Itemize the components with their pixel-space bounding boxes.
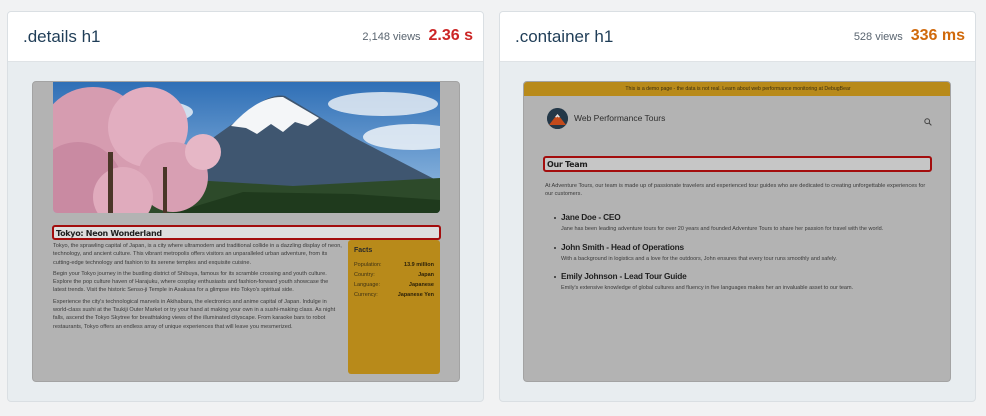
member-bio: Emily's extensive knowledge of global cu… bbox=[561, 285, 854, 292]
article-heading: Tokyo: Neon Wonderland bbox=[56, 229, 162, 238]
fact-key: Currency: bbox=[354, 292, 378, 298]
page-preview: Tokyo: Neon Wonderland Tokyo, the sprawl… bbox=[32, 81, 460, 382]
fact-key: Country: bbox=[354, 272, 375, 278]
team-member: John Smith - Head of Operations With a b… bbox=[554, 242, 934, 264]
facts-title: Facts bbox=[354, 247, 373, 254]
fact-key: Language: bbox=[354, 282, 380, 288]
member-bio: With a background in logistics and a lov… bbox=[561, 255, 837, 262]
fact-row: Currency: Japanese Yen bbox=[354, 292, 434, 298]
highlighted-h1[interactable]: Tokyo: Neon Wonderland bbox=[52, 225, 441, 240]
intro-text: At Adventure Tours, our team is made up … bbox=[545, 183, 926, 197]
site-name: Web Performance Tours bbox=[574, 113, 666, 123]
timing-value: 2.36 s bbox=[428, 27, 473, 44]
fact-value: Japanese bbox=[408, 282, 434, 288]
member-bio: Jane has been leading adventure tours fo… bbox=[561, 226, 884, 232]
demo-banner: This is a demo page - the data is not re… bbox=[524, 82, 950, 96]
timing-value: 336 ms bbox=[910, 27, 965, 44]
views-count: 528 views bbox=[853, 31, 903, 43]
team-member: Emily Johnson - Lead Tour Guide Emily's … bbox=[554, 271, 934, 293]
fact-value: Japanese Yen bbox=[397, 292, 434, 298]
search-icon[interactable] bbox=[924, 113, 932, 131]
paragraph: Experience the city's technological marv… bbox=[53, 298, 336, 330]
fact-row: Population: 13.9 million bbox=[354, 262, 434, 268]
metrics: 528 views 336 ms bbox=[854, 27, 965, 45]
paragraph: Tokyo, the sprawling capital of Japan, i… bbox=[53, 243, 342, 266]
paragraph: Begin your Tokyo journey in the bustling… bbox=[53, 270, 329, 294]
fact-value: Japan bbox=[418, 272, 434, 278]
member-name: Emily Johnson - Lead Tour Guide bbox=[561, 271, 687, 282]
fact-row: Country: Japan bbox=[354, 272, 434, 278]
site-logo-icon bbox=[547, 108, 568, 129]
element-card-details-h1[interactable]: .details h1 2,148 views 2.36 s Tokyo: Ne… bbox=[7, 11, 484, 402]
css-selector: .container h1 bbox=[515, 27, 614, 46]
card-header: .details h1 2,148 views 2.36 s bbox=[8, 12, 483, 62]
member-name: Jane Doe - CEO bbox=[561, 212, 621, 222]
facts-box: Facts Population: 13.9 million Country: … bbox=[348, 240, 440, 374]
team-member: Jane Doe - CEO Jane has been leading adv… bbox=[554, 212, 934, 234]
fact-key: Population: bbox=[354, 262, 382, 268]
fact-row: Language: Japanese bbox=[354, 282, 434, 288]
views-count: 2,148 views bbox=[362, 31, 421, 43]
card-header: .container h1 528 views 336 ms bbox=[500, 12, 975, 62]
page-preview: This is a demo page - the data is not re… bbox=[523, 81, 951, 382]
metrics: 2,148 views 2.36 s bbox=[362, 27, 473, 45]
member-name: John Smith - Head of Operations bbox=[561, 241, 684, 252]
team-heading: Our Team bbox=[547, 160, 588, 169]
fact-value: 13.9 million bbox=[404, 262, 434, 268]
article-body: Tokyo, the sprawling capital of Japan, i… bbox=[53, 242, 343, 334]
highlighted-h1[interactable]: Our Team bbox=[543, 156, 932, 172]
hero-image-mount-fuji bbox=[53, 82, 440, 213]
css-selector: .details h1 bbox=[23, 27, 101, 46]
element-card-container-h1[interactable]: .container h1 528 views 336 ms This is a… bbox=[499, 11, 976, 402]
team-list: Jane Doe - CEO Jane has been leading adv… bbox=[554, 212, 934, 301]
